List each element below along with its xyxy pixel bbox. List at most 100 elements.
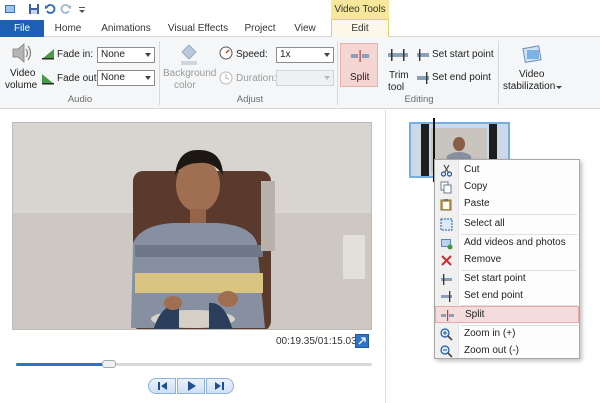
video-tools-contextual-label: Video Tools xyxy=(331,0,389,20)
play-button[interactable] xyxy=(177,378,205,394)
speed-icon xyxy=(219,46,233,63)
zoom-in-icon xyxy=(440,328,453,341)
menu-item-remove[interactable]: Remove xyxy=(435,252,579,269)
play-icon xyxy=(188,381,196,391)
menu-item-split[interactable]: Split xyxy=(435,306,579,323)
menu-item-set-start-point[interactable]: Set start point xyxy=(435,271,579,288)
video-stabilization-icon xyxy=(521,42,545,69)
tab-visual-effects[interactable]: Visual Effects xyxy=(164,20,232,37)
expand-icon xyxy=(358,337,366,345)
group-divider xyxy=(159,41,160,105)
seek-bar-progress xyxy=(16,363,109,366)
context-menu: Cut Copy Paste Select all Add videos and… xyxy=(434,159,580,359)
chevron-down-icon xyxy=(556,86,562,89)
paint-bucket-icon xyxy=(178,42,200,69)
chevron-down-icon xyxy=(324,76,330,80)
menu-item-label: Paste xyxy=(464,198,490,209)
duration-dropdown[interactable] xyxy=(276,70,334,86)
video-stabilization-button[interactable]: Video stabilization xyxy=(503,41,563,93)
fade-in-dropdown[interactable]: None xyxy=(97,47,155,63)
video-frame-image xyxy=(13,123,371,329)
video-stabilization-label-line2: stabilization xyxy=(503,81,556,92)
adjust-group-label: Adjust xyxy=(236,94,264,105)
menu-item-label: Select all xyxy=(464,218,505,229)
tab-animations[interactable]: Animations xyxy=(96,20,156,37)
video-volume-label-line2: volume xyxy=(5,80,38,91)
title-bar: Video Tools xyxy=(0,0,600,20)
menu-item-add-videos-and-photos[interactable]: Add videos and photos xyxy=(435,235,579,252)
menu-item-cut[interactable]: Cut xyxy=(435,162,579,179)
background-color-label-line1: Background xyxy=(163,68,217,79)
tab-view[interactable]: View xyxy=(288,20,322,37)
tab-project[interactable]: Project xyxy=(238,20,282,37)
next-frame-button[interactable] xyxy=(206,378,234,394)
seek-bar-thumb[interactable] xyxy=(101,360,116,368)
trim-tool-icon xyxy=(387,48,409,65)
set-end-point-label: Set end point xyxy=(432,72,491,83)
menu-item-zoom-out[interactable]: Zoom out (-) xyxy=(435,343,579,360)
tab-file[interactable]: File xyxy=(0,20,44,37)
split-label: Split xyxy=(350,72,370,83)
set-start-point-icon xyxy=(416,49,430,64)
set-start-icon xyxy=(440,273,453,286)
select-all-icon xyxy=(440,218,453,231)
group-divider xyxy=(337,41,338,105)
menu-item-set-end-point[interactable]: Set end point xyxy=(435,288,579,305)
next-frame-icon xyxy=(215,382,224,390)
set-start-point-label: Set start point xyxy=(432,49,494,60)
menu-item-select-all[interactable]: Select all xyxy=(435,216,579,233)
fade-out-value: None xyxy=(101,72,125,83)
set-start-point-button[interactable]: Set start point xyxy=(416,48,494,62)
fade-out-icon xyxy=(41,71,55,88)
background-color-label-line2: color xyxy=(174,80,196,91)
undo-icon[interactable] xyxy=(44,3,56,15)
customize-toolbar-icon[interactable] xyxy=(76,3,88,15)
fade-in-label: Fade in: xyxy=(57,49,94,60)
zoom-out-icon xyxy=(440,345,453,358)
seek-bar[interactable] xyxy=(16,360,372,368)
duration-icon xyxy=(219,71,233,88)
preview-panel: 00:19.35/01:15.03 xyxy=(0,110,386,403)
previous-frame-icon xyxy=(158,382,167,390)
fullscreen-button[interactable] xyxy=(355,334,369,348)
add-media-icon xyxy=(440,237,453,250)
split-icon xyxy=(350,49,370,66)
menu-item-label: Add videos and photos xyxy=(464,237,566,248)
chevron-down-icon xyxy=(145,76,151,80)
previous-frame-button[interactable] xyxy=(148,378,176,394)
menu-item-label: Cut xyxy=(464,164,480,175)
menu-item-label: Set start point xyxy=(464,273,526,284)
speed-dropdown[interactable]: 1x xyxy=(276,47,334,63)
trim-tool-label-line1: Trim xyxy=(389,70,409,81)
menu-item-zoom-in[interactable]: Zoom in (+) xyxy=(435,326,579,343)
background-color-button[interactable]: Background color xyxy=(162,41,217,91)
trim-tool-button[interactable]: Trim tool xyxy=(383,43,413,93)
fade-in-icon xyxy=(41,46,55,63)
editing-group-label: Editing xyxy=(404,94,434,105)
video-volume-button[interactable]: Video volume xyxy=(4,41,38,91)
copy-icon xyxy=(440,181,453,194)
menu-item-label: Remove xyxy=(464,254,502,265)
split-button[interactable]: Split xyxy=(340,43,378,87)
menu-item-copy[interactable]: Copy xyxy=(435,179,579,196)
set-end-point-button[interactable]: Set end point xyxy=(416,71,494,85)
playback-timecode: 00:19.35/01:15.03 xyxy=(276,336,357,347)
fade-out-dropdown[interactable]: None xyxy=(97,70,155,86)
menu-item-paste[interactable]: Paste xyxy=(435,196,579,213)
redo-icon[interactable] xyxy=(60,3,72,15)
menu-item-label: Copy xyxy=(464,181,488,192)
tab-edit[interactable]: Edit xyxy=(331,20,389,37)
set-end-point-icon xyxy=(416,72,430,87)
tab-home[interactable]: Home xyxy=(48,20,88,37)
duration-label: Duration: xyxy=(236,73,277,84)
chevron-down-icon xyxy=(324,53,330,57)
speed-value: 1x xyxy=(280,49,291,60)
audio-group-label: Audio xyxy=(67,94,93,105)
chevron-down-icon xyxy=(145,53,151,57)
save-icon[interactable] xyxy=(28,3,40,15)
video-preview[interactable] xyxy=(12,122,372,330)
movie-maker-app-icon xyxy=(4,3,16,15)
ribbon: Video volume Fade in: None Fade out: Non… xyxy=(0,37,600,109)
video-volume-label-line1: Video xyxy=(10,68,36,79)
trim-tool-label-line2: tool xyxy=(388,82,405,93)
